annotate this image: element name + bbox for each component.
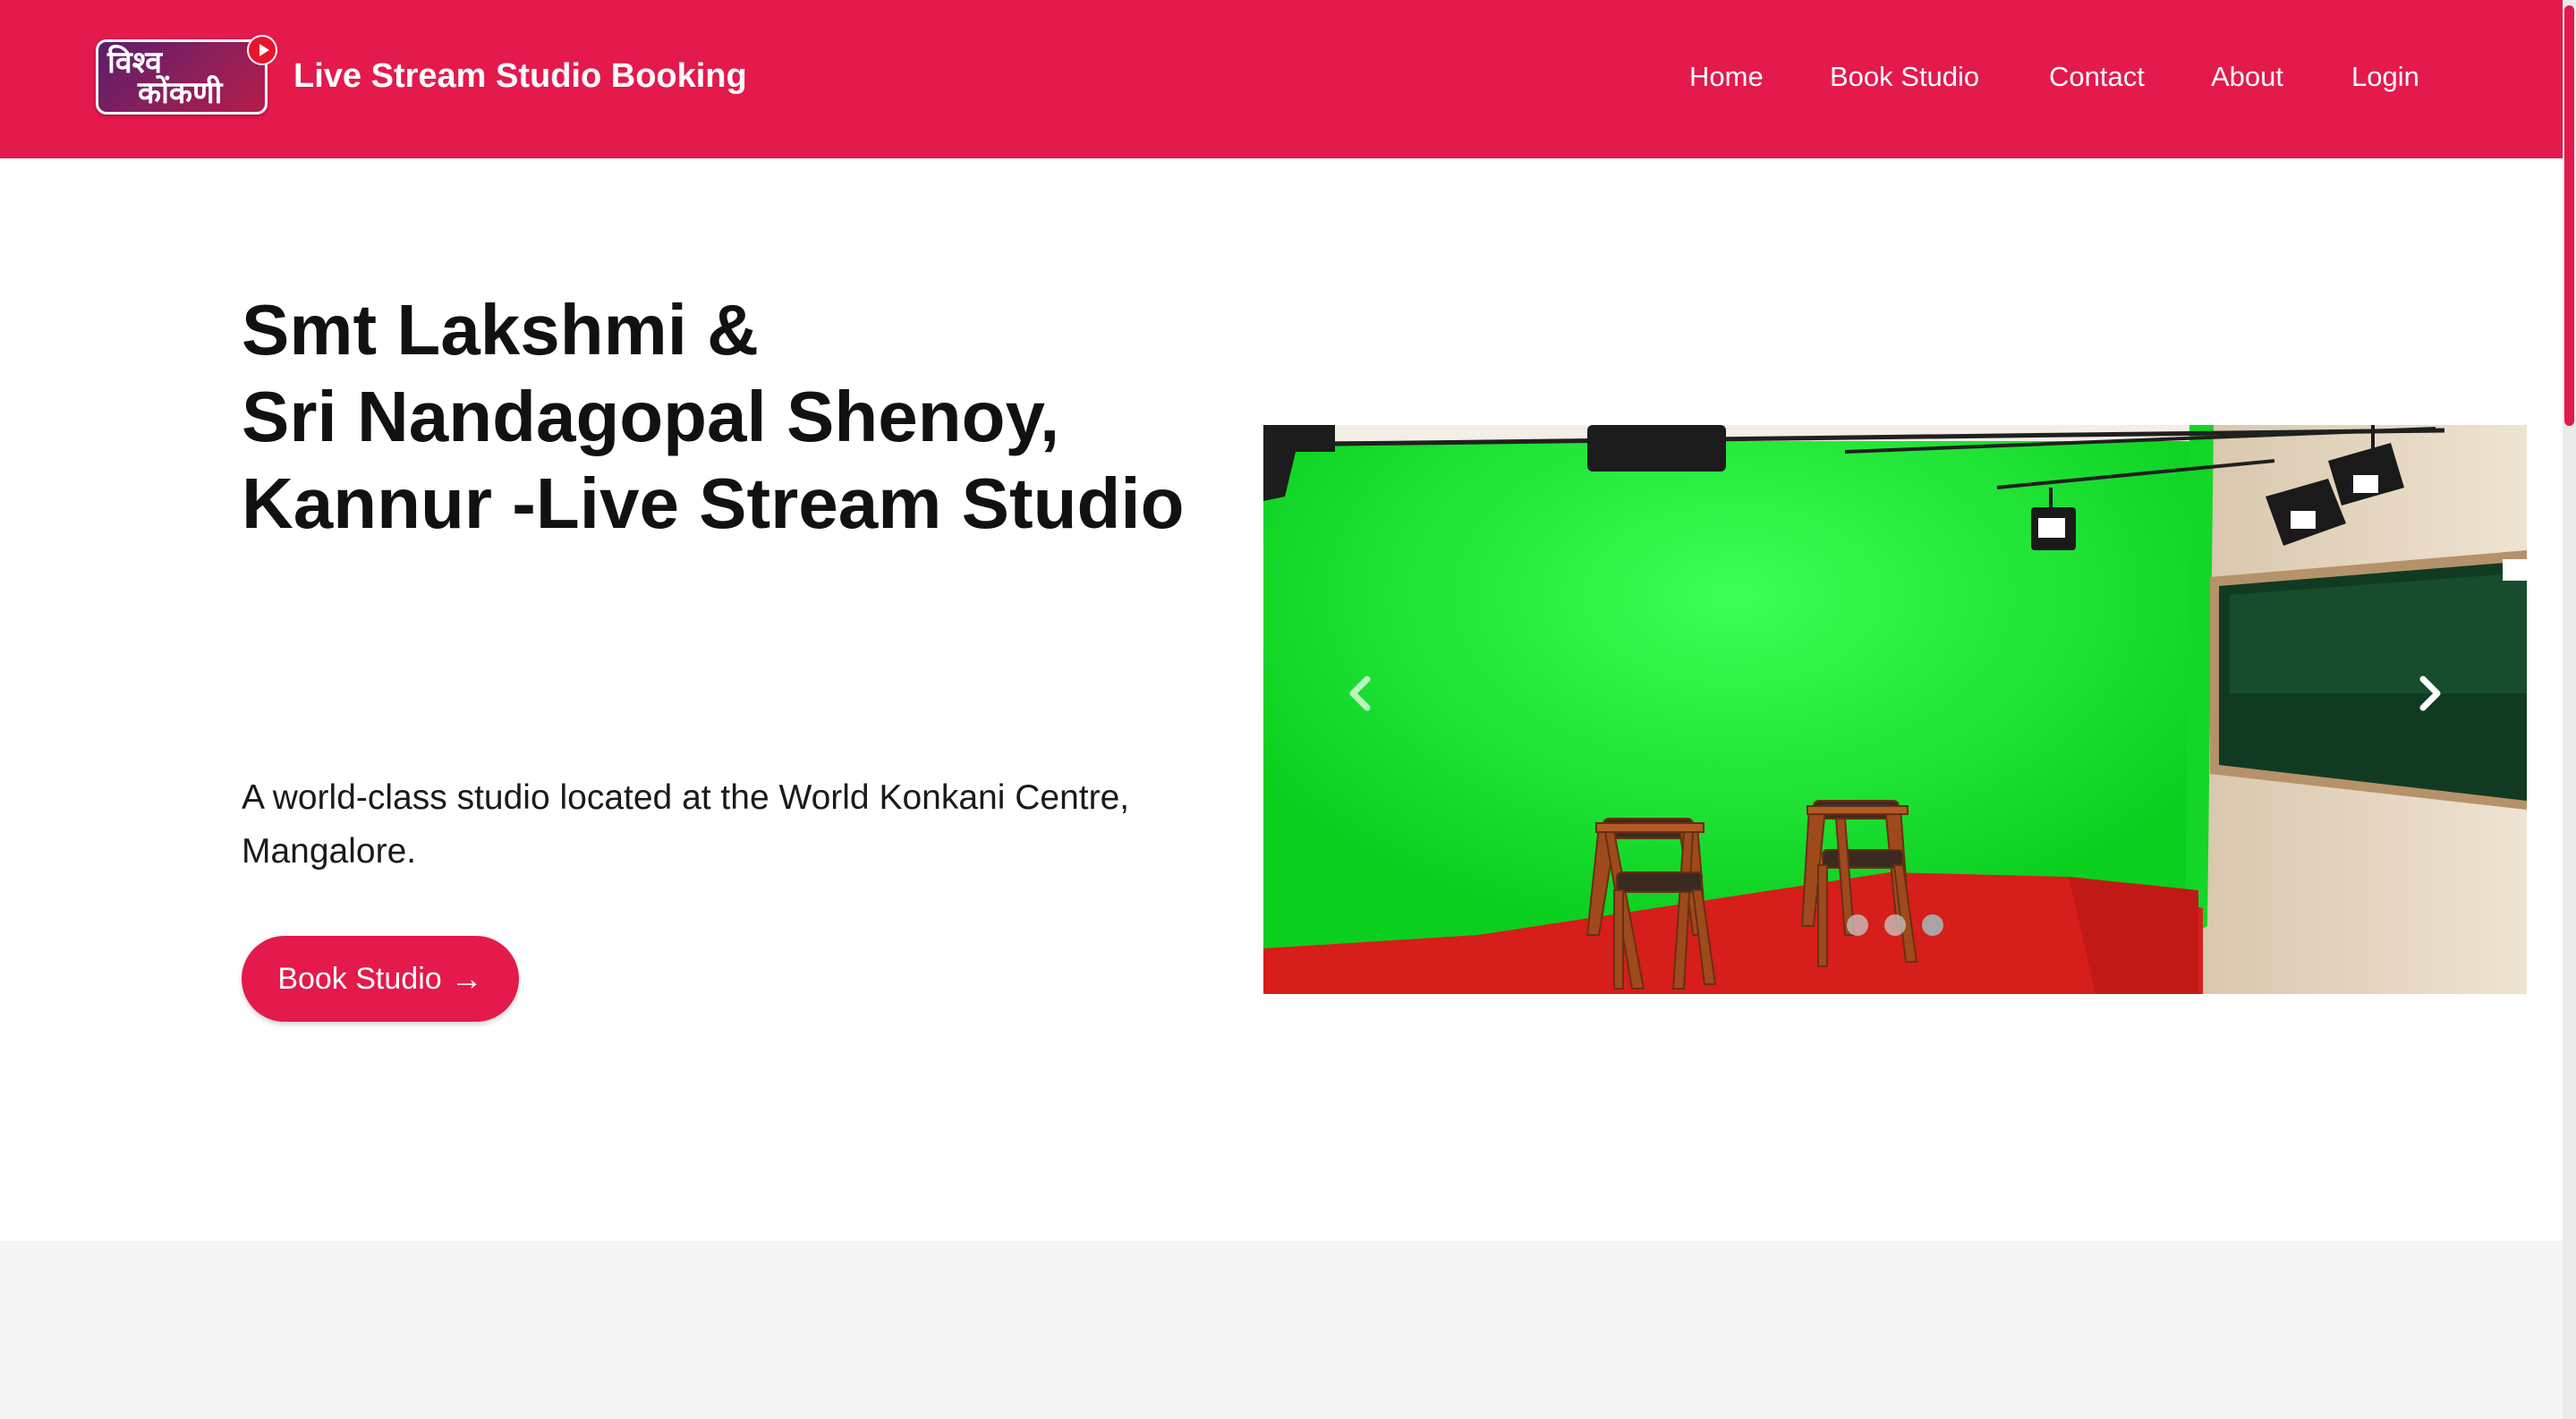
studio-photo	[1263, 425, 2527, 994]
studio-image-carousel[interactable]	[1263, 425, 2527, 994]
page-scrollbar-thumb[interactable]	[2564, 5, 2574, 426]
carousel-dot-3[interactable]	[1922, 914, 1943, 936]
nav-about-link[interactable]: About	[2211, 59, 2283, 95]
carousel-prev-button[interactable]	[1326, 658, 1398, 729]
nav-contact-link[interactable]: Contact	[2049, 59, 2145, 95]
book-studio-button-label: Book Studio	[277, 961, 442, 996]
chevron-right-icon	[2419, 676, 2441, 711]
site-title[interactable]: Live Stream Studio Booking	[293, 54, 747, 98]
next-section	[0, 1241, 2563, 1419]
arrow-right-icon: →	[450, 960, 483, 997]
hero-title: Smt Lakshmi & Sri Nandagopal Shenoy, Kan…	[242, 290, 1185, 543]
nav-home-link[interactable]: Home	[1689, 59, 1764, 95]
carousel-dot-2[interactable]	[1884, 914, 1906, 936]
logo-text-line1: विश्व	[107, 45, 163, 81]
book-studio-button[interactable]: Book Studio →	[242, 936, 519, 1022]
carousel-next-button[interactable]	[2393, 658, 2464, 729]
carousel-indicators	[1263, 914, 2527, 936]
logo-text-line2: कोंकणी	[138, 75, 223, 111]
play-icon	[247, 35, 277, 65]
carousel-dot-1[interactable]	[1847, 914, 1868, 936]
chevron-left-icon	[1349, 676, 1371, 711]
top-navbar: विश्व कोंकणी Live Stream Studio Booking …	[0, 0, 2563, 158]
nav-login-link[interactable]: Login	[2351, 59, 2419, 95]
nav-book-studio-link[interactable]: Book Studio	[1830, 59, 1979, 95]
hero-description: A world-class studio located at the Worl…	[242, 778, 1130, 871]
brand-logo[interactable]: विश्व कोंकणी	[96, 35, 277, 115]
